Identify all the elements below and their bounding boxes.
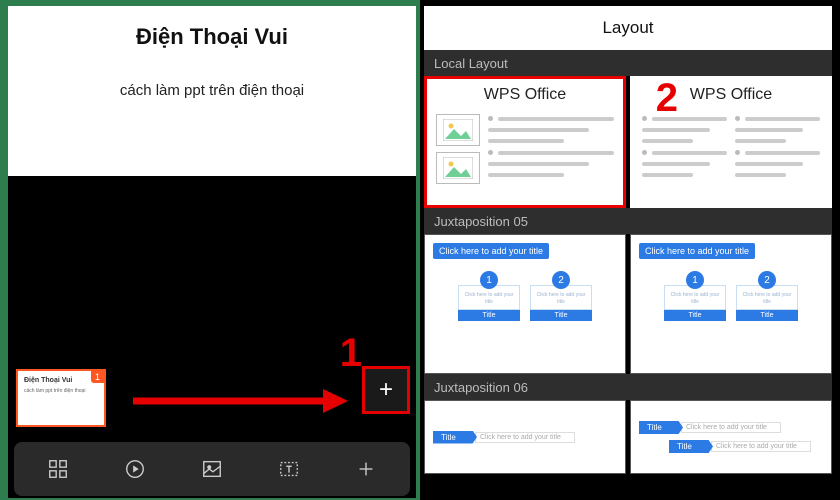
layout-header: Layout [424,6,832,50]
slide-title: Điện Thoại Vui [28,24,396,50]
thumb-subtitle: cách làm ppt trên điện thoại [24,388,98,394]
bottom-toolbar [14,442,410,496]
thumbnail-strip: 1 Điện Thoại Vui cách làm ppt trên điện … [8,362,416,434]
layout-card-juxta5-b[interactable]: Click here to add your title 1 Click her… [630,234,832,374]
pill-label: Title [669,440,713,453]
image-button[interactable] [190,447,234,491]
juxta6-grid: Title Click here to add your title Title… [424,400,832,474]
box-title: Title [530,310,592,321]
pill-label: Title [639,421,683,434]
annotation-number-2: 2 [656,76,678,121]
layout-card-local-1[interactable]: WPS Office [424,76,626,208]
slide-thumbnail[interactable]: 1 Điện Thoại Vui cách làm ppt trên điện … [16,369,106,427]
grid-view-button[interactable] [36,447,80,491]
slide-subtitle: cách làm ppt trên điện thoại [28,82,396,99]
pill-label: Title [433,431,477,444]
thumb-title: Điện Thoại Vui [24,377,98,384]
step-badge: 2 [552,271,570,289]
editor-panel: Điện Thoại Vui cách làm ppt trên điện th… [0,0,420,500]
click-title-pill: Click here to add your title [639,243,755,259]
layout-card-juxta6-b[interactable]: Title Click here to add your title Title… [630,400,832,474]
add-button[interactable] [344,447,388,491]
step-badge: 1 [480,271,498,289]
pill-placeholder: Click here to add your title [711,441,811,452]
local-layout-label: Local Layout [424,50,832,76]
image-placeholder-icon [436,152,480,184]
juxta6-label: Juxtaposition 06 [424,374,832,400]
card-title: WPS Office [436,86,614,104]
step-badge: 2 [758,271,776,289]
image-placeholder-icon [436,114,480,146]
pill-placeholder: Click here to add your title [475,432,575,443]
text-button[interactable] [267,447,311,491]
click-title-pill: Click here to add your title [433,243,549,259]
plus-icon: + [379,376,393,404]
editor-dark-area: 1 1 Điện Thoại Vui cách làm ppt trên điệ… [8,176,416,498]
box-title: Title [458,310,520,321]
juxta5-grid: Click here to add your title 1 Click her… [424,234,832,374]
box-title: Title [664,310,726,321]
pill-placeholder: Click here to add your title [681,422,781,433]
layout-card-juxta6-a[interactable]: Title Click here to add your title [424,400,626,474]
box-title: Title [736,310,798,321]
add-slide-button[interactable]: + [362,366,410,414]
layout-card-juxta5-a[interactable]: Click here to add your title 1 Click her… [424,234,626,374]
play-button[interactable] [113,447,157,491]
layout-panel: Layout Local Layout 2 WPS Office WPS Off… [420,0,840,500]
step-badge: 1 [686,271,704,289]
slide-canvas[interactable]: Điện Thoại Vui cách làm ppt trên điện th… [8,6,416,176]
juxta5-label: Juxtaposition 05 [424,208,832,234]
thumbnail-number: 1 [91,371,104,383]
local-layout-grid: 2 WPS Office WPS Office [424,76,832,208]
